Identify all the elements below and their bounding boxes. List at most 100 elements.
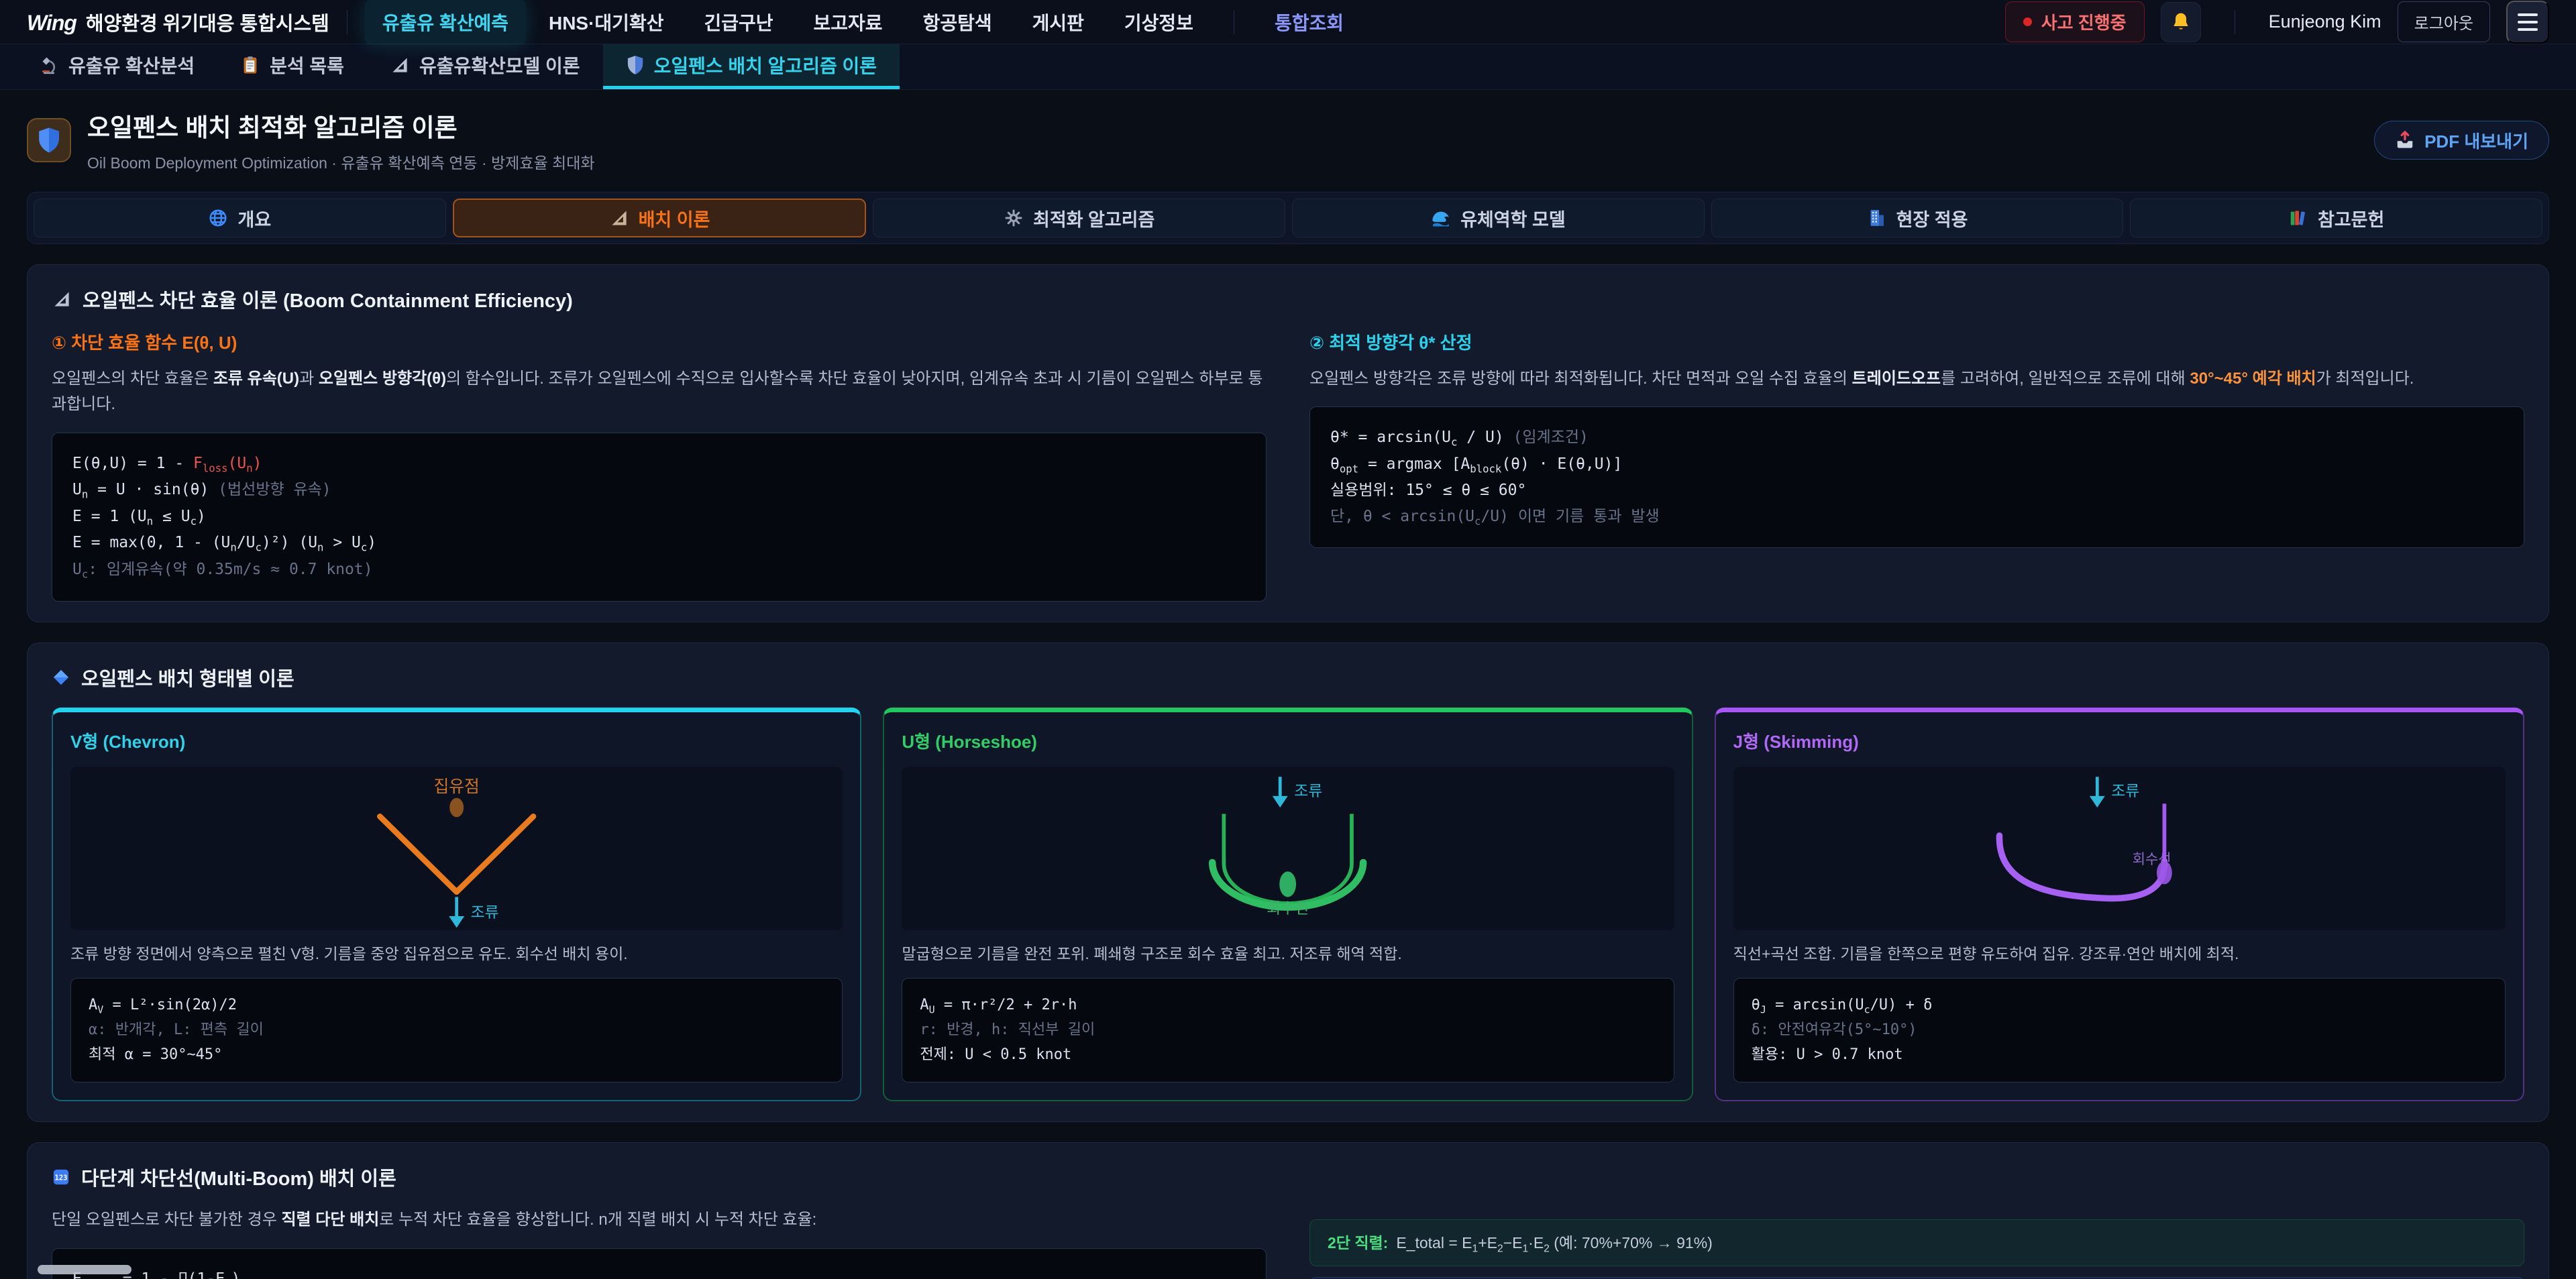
logo-title: 해양환경 위기대응 통합시스템	[86, 8, 329, 36]
logout-button[interactable]: 로그아웃	[2398, 1, 2490, 42]
shape-description: 조류 방향 정면에서 양측으로 펼친 V형. 기름을 중앙 집유점으로 유도. …	[70, 942, 843, 966]
page-header: 오일펜스 배치 최적화 알고리즘 이론 Oil Boom Deployment …	[27, 107, 2549, 173]
subsection-heading: ② 최적 방향각 θ* 산정	[1309, 329, 2524, 354]
chevron-diagram: 집유점 조류	[70, 767, 843, 930]
subsection-paragraph: 오일펜스의 차단 효율은 조류 유속(U)과 오일펜스 방향각(θ)의 함수입니…	[52, 366, 1267, 418]
section-tab-label: 현장 적용	[1896, 205, 1968, 231]
page-titles: 오일펜스 배치 최적화 알고리즘 이론 Oil Boom Deployment …	[87, 107, 595, 173]
current-label: 조류	[2111, 781, 2139, 799]
nav-item-hns-diffusion[interactable]: HNS·대기확산	[531, 0, 681, 45]
export-icon	[2395, 130, 2415, 150]
nav-item-reports[interactable]: 보고자료	[796, 0, 900, 45]
formula-line: r: 반경, h: 직선부 길이	[920, 1018, 1656, 1043]
tab-label: 분석 목록	[270, 52, 344, 78]
recovery-vessel-label: 회수선	[1267, 899, 1309, 917]
tab-boom-algorithm-theory[interactable]: 오일펜스 배치 알고리즘 이론	[603, 44, 900, 89]
subsection-heading: ① 차단 효율 함수 E(θ, U)	[52, 329, 1267, 354]
multi-boom-section: 123 다단계 차단선(Multi-Boom) 배치 이론 단일 오일펜스로 차…	[27, 1142, 2549, 1279]
section-tab-optimization-algorithm[interactable]: 최적화 알고리즘	[873, 199, 1285, 237]
shape-description: 직선+곡선 조합. 기름을 한쪽으로 편향 유도하여 집유. 강조류·연안 배치…	[1733, 942, 2506, 966]
nav-item-board[interactable]: 게시판	[1015, 0, 1102, 45]
page-shield-icon	[27, 118, 71, 162]
svg-text:123: 123	[55, 1174, 68, 1182]
hamburger-icon	[2518, 13, 2538, 16]
shape-cards: V형 (Chevron) 집유점 조류 조류 방향 정면에서 양측으로 펼친 V…	[52, 708, 2524, 1102]
bell-icon	[2170, 11, 2192, 33]
globe-icon	[208, 208, 228, 228]
current-arrowhead	[1273, 795, 1288, 807]
nav-item-oil-spill-prediction[interactable]: 유출유 확산예측	[365, 0, 526, 45]
section-tab-references[interactable]: 참고문헌	[2130, 199, 2542, 237]
incident-label: 사고 진행중	[2041, 9, 2127, 34]
nav-item-aerial-search[interactable]: 항공탐색	[906, 0, 1010, 45]
primary-nav: 유출유 확산예측 HNS·대기확산 긴급구난 보고자료 항공탐색 게시판 기상정…	[365, 0, 1361, 45]
top-right-cluster: 사고 진행중 Eunjeong Kim 로그아웃	[2005, 1, 2549, 44]
shape-description: 말굽형으로 기름을 완전 포위. 폐쇄형 구조로 회수 효율 최고. 저조류 해…	[902, 942, 1674, 966]
section-title: 다단계 차단선(Multi-Boom) 배치 이론	[81, 1163, 396, 1191]
shape-title: U형 (Horseshoe)	[902, 728, 1674, 753]
nav-item-emergency-rescue[interactable]: 긴급구난	[686, 0, 790, 45]
building-icon	[1867, 208, 1887, 228]
formula-line: E = 1 (Un ≤ Uc)	[72, 504, 1246, 531]
recovery-vessel-dot	[1280, 871, 1297, 897]
formula-line: AV = L²·sin(2α)/2	[89, 993, 824, 1018]
triangle-ruler-icon	[390, 55, 410, 75]
shape-title: J형 (Skimming)	[1733, 728, 2506, 753]
efficiency-columns: ① 차단 효율 함수 E(θ, U) 오일펜스의 차단 효율은 조류 유속(U)…	[52, 329, 2524, 602]
diamond-icon	[52, 668, 70, 687]
section-tab-label: 배치 이론	[639, 205, 710, 231]
shape-card-skimming: J형 (Skimming) 조류 회수선 직선+곡선 조합. 기름을 한쪽으로 …	[1715, 708, 2524, 1102]
formula-line: δ: 안전여유각(5°~10°)	[1752, 1018, 2487, 1043]
tab-oil-spill-analysis[interactable]: 유출유 확산분석	[16, 44, 217, 89]
containment-efficiency-section: 오일펜스 차단 효율 이론 (Boom Containment Efficien…	[27, 264, 2549, 622]
multi-boom-columns: 단일 오일펜스로 차단 불가한 경우 직렬 다단 배치로 누적 차단 효율을 향…	[52, 1207, 2524, 1279]
shape-card-horseshoe: U형 (Horseshoe) 조류 회수선 말굽형으로 기름을 완전 포위. 폐…	[883, 708, 1693, 1102]
nav-item-weather[interactable]: 기상정보	[1107, 0, 1211, 45]
section-tab-deployment-theory[interactable]: 배치 이론	[453, 199, 867, 237]
formula-line: Uc: 임계유속(약 0.35m/s ≈ 0.7 knot)	[72, 557, 1246, 583]
app-logo[interactable]: Wing 해양환경 위기대응 통합시스템	[27, 8, 329, 36]
note-two-stage-series: 2단 직렬: E_total = E1+E2−E1·E2 (예: 70%+70%…	[1309, 1219, 2524, 1266]
section-title: 오일펜스 배치 형태별 이론	[81, 663, 294, 691]
note-text: E_total = E1+E2−E1·E2 (예: 70%+70% → 91%)	[1396, 1230, 1713, 1256]
logo-mark: Wing	[27, 11, 76, 36]
tab-label: 오일펜스 배치 알고리즘 이론	[654, 52, 877, 78]
hamburger-menu-button[interactable]	[2506, 1, 2549, 44]
tab-diffusion-model-theory[interactable]: 유출유확산모델 이론	[367, 44, 603, 89]
formula-line: 전제: U < 0.5 knot	[920, 1043, 1656, 1068]
efficiency-function-column: ① 차단 효율 함수 E(θ, U) 오일펜스의 차단 효율은 조류 유속(U)…	[52, 329, 1267, 602]
formula-line: 활용: U > 0.7 knot	[1752, 1043, 2487, 1068]
multi-boom-formula-column: 단일 오일펜스로 차단 불가한 경우 직렬 다단 배치로 누적 차단 효율을 향…	[52, 1207, 1267, 1279]
tab-analysis-list[interactable]: 분석 목록	[217, 44, 367, 89]
main-content: 오일펜스 배치 최적화 알고리즘 이론 Oil Boom Deployment …	[0, 90, 2576, 1279]
current-label: 조류	[471, 903, 499, 920]
wave-icon	[1431, 208, 1451, 228]
section-title-row: 오일펜스 배치 형태별 이론	[52, 663, 2524, 691]
collection-point-dot	[449, 797, 464, 817]
section-title-row: 123 다단계 차단선(Multi-Boom) 배치 이론	[52, 1163, 2524, 1191]
section-tab-field-application[interactable]: 현장 적용	[1711, 199, 2124, 237]
multi-boom-paragraph: 단일 오일펜스로 차단 불가한 경우 직렬 다단 배치로 누적 차단 효율을 향…	[52, 1207, 1267, 1233]
notifications-button[interactable]	[2161, 2, 2201, 42]
note-label: 2단 직렬:	[1328, 1230, 1388, 1253]
efficiency-formula-block: E(θ,U) = 1 - Floss(Un) Un = U · sin(θ) (…	[52, 433, 1267, 602]
boom-v-lines	[380, 816, 533, 891]
horseshoe-diagram: 조류 회수선	[902, 767, 1674, 930]
section-title: 오일펜스 차단 효율 이론 (Boom Containment Efficien…	[83, 285, 573, 313]
horizontal-scrollbar-thumb[interactable]	[38, 1265, 131, 1274]
collection-point-label: 집유점	[433, 777, 479, 796]
pdf-export-button[interactable]: PDF 내보내기	[2374, 121, 2549, 160]
gear-icon	[1004, 208, 1024, 228]
section-tab-overview[interactable]: 개요	[34, 199, 446, 237]
optimal-angle-column: ② 최적 방향각 θ* 산정 오일펜스 방향각은 조류 방향에 따라 최적화됩니…	[1309, 329, 2524, 602]
section-tab-hydrodynamics-model[interactable]: 유체역학 모델	[1292, 199, 1705, 237]
subsection-paragraph: 오일펜스 방향각은 조류 방향에 따라 최적화됩니다. 차단 면적과 오일 수집…	[1309, 366, 2524, 392]
nav-item-integrated-search[interactable]: 통합조회	[1257, 0, 1361, 45]
page-subtitle: Oil Boom Deployment Optimization · 유출유 확…	[87, 150, 595, 173]
formula-line: Un = U · sin(θ) (법선방향 유속)	[72, 477, 1246, 504]
formula-line: E(θ,U) = 1 - Floss(Un)	[72, 451, 1246, 478]
skimming-diagram: 조류 회수선	[1733, 767, 2506, 930]
pdf-export-label: PDF 내보내기	[2424, 128, 2528, 153]
formula-line: α: 반개각, L: 편측 길이	[89, 1018, 824, 1043]
incident-status-badge: 사고 진행중	[2005, 1, 2145, 42]
